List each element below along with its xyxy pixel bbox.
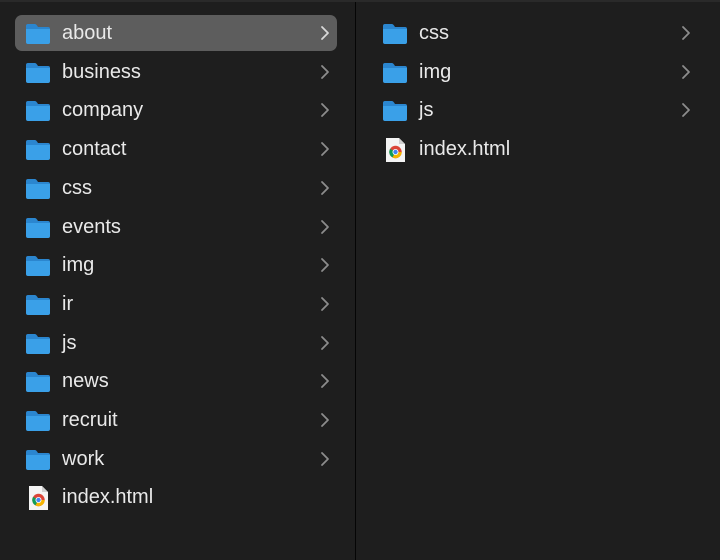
column1-item-index-html[interactable]: index.html (15, 479, 337, 515)
column2-item-img[interactable]: img (372, 54, 698, 90)
column1-item-work[interactable]: work (15, 441, 337, 477)
folder-icon (382, 21, 408, 45)
folder-icon (25, 137, 51, 161)
folder-icon (25, 98, 51, 122)
column1-item-label: ir (62, 293, 74, 315)
column1-item-label: contact (62, 138, 127, 160)
column2-item-label: index.html (419, 138, 511, 160)
column1-item-css[interactable]: css (15, 170, 337, 206)
column1-item-ir[interactable]: ir (15, 286, 337, 322)
column1-item-label: company (62, 99, 144, 121)
column-about[interactable]: css img js index.html (356, 2, 720, 560)
column1-item-contact[interactable]: contact (15, 131, 337, 167)
column-root[interactable]: about business company contact css events img i… (0, 2, 355, 560)
column1-item-label: events (62, 216, 121, 238)
column1-item-about[interactable]: about (15, 15, 337, 51)
folder-icon (25, 447, 51, 471)
chevron-right-icon (319, 180, 331, 196)
folder-icon (25, 369, 51, 393)
chevron-right-icon (680, 25, 692, 41)
chevron-right-icon (319, 296, 331, 312)
chevron-right-icon (319, 64, 331, 80)
column2-item-js[interactable]: js (372, 92, 698, 128)
column1-item-recruit[interactable]: recruit (15, 402, 337, 438)
column1-item-events[interactable]: events (15, 209, 337, 245)
column1-item-business[interactable]: business (15, 54, 337, 90)
column1-item-label: news (62, 370, 109, 392)
column2-item-css[interactable]: css (372, 15, 698, 51)
finder-column-view: about business company contact css events img i… (0, 0, 720, 560)
chevron-right-icon (319, 25, 331, 41)
column1-item-img[interactable]: img (15, 247, 337, 283)
folder-icon (25, 176, 51, 200)
chevron-right-icon (319, 373, 331, 389)
folder-icon (25, 292, 51, 316)
column1-item-js[interactable]: js (15, 325, 337, 361)
folder-icon (382, 98, 408, 122)
folder-icon (25, 253, 51, 277)
folder-icon (25, 408, 51, 432)
chevron-right-icon (319, 141, 331, 157)
chevron-right-icon (319, 257, 331, 273)
column1-item-label: js (62, 332, 77, 354)
folder-icon (25, 60, 51, 84)
chevron-right-icon (680, 64, 692, 80)
folder-icon (382, 60, 408, 84)
folder-icon (25, 331, 51, 355)
chevron-right-icon (319, 451, 331, 467)
column2-item-index-html[interactable]: index.html (372, 131, 698, 167)
column1-item-label: recruit (62, 409, 118, 431)
chevron-right-icon (680, 102, 692, 118)
folder-icon (25, 21, 51, 45)
column1-item-label: about (62, 22, 113, 44)
column1-item-company[interactable]: company (15, 92, 337, 128)
chevron-right-icon (319, 335, 331, 351)
column1-item-label: index.html (62, 486, 154, 508)
column1-item-label: work (62, 448, 105, 470)
folder-icon (25, 215, 51, 239)
column1-item-label: css (62, 177, 92, 199)
column2-item-label: img (419, 61, 452, 83)
chrome-html-file-icon (382, 137, 408, 162)
column1-item-news[interactable]: news (15, 363, 337, 399)
column1-item-label: img (62, 254, 95, 276)
chevron-right-icon (319, 412, 331, 428)
column2-item-label: css (419, 22, 449, 44)
column1-item-label: business (62, 61, 141, 83)
column2-item-label: js (419, 99, 434, 121)
chevron-right-icon (319, 102, 331, 118)
chrome-html-file-icon (25, 485, 51, 510)
chevron-right-icon (319, 219, 331, 235)
